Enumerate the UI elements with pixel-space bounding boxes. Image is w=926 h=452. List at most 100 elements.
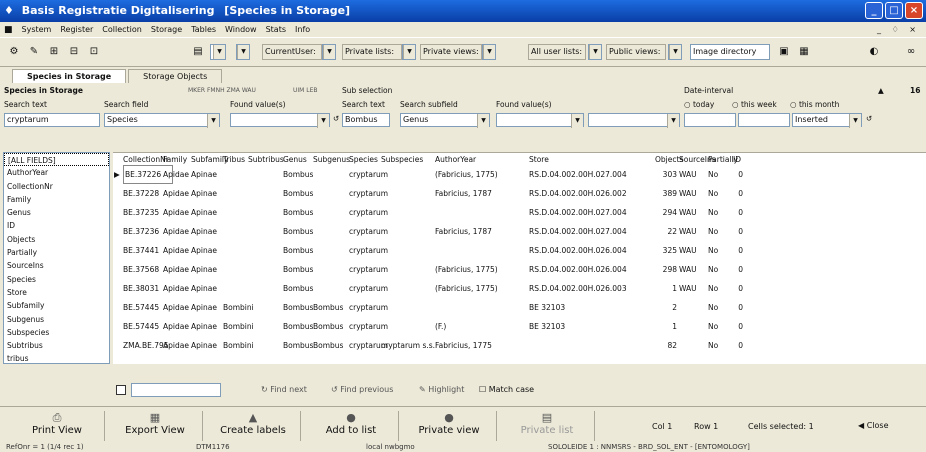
table-cell[interactable]: RS.D.04.002.00H.027.004 xyxy=(529,203,655,222)
private-list-button[interactable]: ▤ Private list xyxy=(500,411,595,441)
table-cell[interactable]: Fabricius, 1787 xyxy=(435,184,529,203)
highlight-button[interactable]: ✎ Highlight xyxy=(419,385,464,394)
table-cell[interactable]: No xyxy=(708,317,733,336)
print-view-button[interactable]: ⎙ Print View xyxy=(10,411,105,441)
table-cell[interactable]: 1 xyxy=(655,317,677,336)
table-cell[interactable]: WAU xyxy=(679,203,708,222)
field-list-item[interactable]: Species xyxy=(4,273,109,286)
menu-info[interactable]: Info xyxy=(295,25,310,34)
table-cell[interactable]: Bombus xyxy=(283,279,313,298)
table-cell[interactable]: Bombini xyxy=(223,317,254,336)
table-cell[interactable]: Apinae xyxy=(191,298,223,317)
table-cell[interactable]: Apidae xyxy=(163,184,191,203)
field-list-item[interactable]: SourceIns xyxy=(4,259,109,272)
column-header[interactable]: CollectionNr xyxy=(123,155,169,164)
export-view-button[interactable]: ▦ Export View xyxy=(108,411,203,441)
find-checkbox[interactable] xyxy=(116,385,126,395)
find-input[interactable] xyxy=(131,383,221,397)
field-list-item[interactable]: Subgenus xyxy=(4,313,109,326)
match-case-checkbox[interactable]: ☐ Match case xyxy=(479,385,534,394)
table-cell[interactable]: cryptarum xyxy=(349,241,388,260)
table-cell[interactable]: No xyxy=(708,222,733,241)
table-cell[interactable]: Bombus xyxy=(283,184,313,203)
table-cell[interactable]: Bombus xyxy=(283,241,313,260)
column-header[interactable]: ID xyxy=(733,155,741,164)
tool-icon-3[interactable]: ⊞ xyxy=(46,43,62,61)
find-next-button[interactable]: ↻ Find next xyxy=(261,385,307,394)
column-header[interactable]: Family xyxy=(163,155,187,164)
table-cell[interactable]: Bombini xyxy=(223,336,254,355)
table-cell[interactable]: cryptarum xyxy=(349,298,388,317)
table-cell[interactable]: BE 32103 xyxy=(529,317,655,336)
this-week-radio[interactable]: ○ this week xyxy=(732,100,777,109)
table-cell[interactable]: (Fabricius, 1775) xyxy=(435,279,529,298)
table-cell[interactable]: No xyxy=(708,241,733,260)
find-previous-button[interactable]: ↺ Find previous xyxy=(331,385,393,394)
table-cell[interactable]: cryptarum xyxy=(349,317,388,336)
table-cell[interactable]: 0 xyxy=(733,184,743,203)
table-cell[interactable]: Bombus xyxy=(283,336,313,355)
column-header[interactable]: Species xyxy=(349,155,378,164)
field-list-item[interactable]: Genus xyxy=(4,206,109,219)
table-cell[interactable]: 0 xyxy=(733,165,743,184)
table-cell[interactable]: cryptarum xyxy=(349,203,388,222)
table-cell[interactable]: 1 xyxy=(655,279,677,298)
close-window-button[interactable]: × xyxy=(905,2,923,19)
table-cell[interactable]: WAU xyxy=(679,279,708,298)
found-values-select[interactable]: ▼ xyxy=(230,113,330,128)
field-list-item[interactable]: Partially xyxy=(4,246,109,259)
column-header[interactable]: Subtribus xyxy=(248,155,284,164)
table-cell[interactable]: BE 32103 xyxy=(529,298,655,317)
table-cell[interactable]: Apidae xyxy=(163,222,191,241)
private-lists-combo[interactable]: ▼ xyxy=(402,44,416,60)
menu-system[interactable]: System xyxy=(22,25,52,34)
table-cell[interactable]: 389 xyxy=(655,184,677,203)
table-cell[interactable]: Apidae xyxy=(163,165,191,184)
tool-icon-6[interactable]: ▤ xyxy=(190,43,206,61)
table-cell[interactable]: Bombus xyxy=(283,165,313,184)
table-cell[interactable]: RS.D.04.002.00H.026.004 xyxy=(529,241,655,260)
table-cell[interactable]: Bombus xyxy=(283,222,313,241)
table-cell[interactable]: Apinae xyxy=(191,165,223,184)
tool-icon-2[interactable]: ✎ xyxy=(26,43,42,61)
today-radio[interactable]: ○ today xyxy=(684,100,714,109)
table-cell[interactable]: Apidae xyxy=(163,203,191,222)
table-cell[interactable]: (Fabricius, 1775) xyxy=(435,165,529,184)
menu-stats[interactable]: Stats xyxy=(266,25,286,34)
tool-icon-5[interactable]: ⊡ xyxy=(86,43,102,61)
mdi-controls[interactable]: _ ♢ × xyxy=(877,25,920,34)
table-cell[interactable]: No xyxy=(708,203,733,222)
table-cell[interactable]: RS.D.04.002.00H.027.004 xyxy=(529,165,655,184)
table-cell[interactable]: 0 xyxy=(733,203,743,222)
table-cell[interactable]: 303 xyxy=(655,165,677,184)
field-list-item[interactable]: [ALL FIELDS] xyxy=(4,153,109,167)
table-cell[interactable]: Apinae xyxy=(191,317,223,336)
tool-icon-4[interactable]: ⊟ xyxy=(66,43,82,61)
image-folder-icon[interactable]: ▣ xyxy=(776,43,792,61)
table-row[interactable]: BE.38031 Apidae Apinae Bombus cryptarum (Fabr… xyxy=(113,279,926,298)
table-cell[interactable]: 82 xyxy=(655,336,677,355)
menu-collection[interactable]: Collection xyxy=(102,25,142,34)
table-row[interactable]: BE.37228 Apidae Apinae Bombus cryptarum Fabri… xyxy=(113,184,926,203)
table-cell[interactable]: RS.D.04.002.00H.026.002 xyxy=(529,184,655,203)
menu-storage[interactable]: Storage xyxy=(151,25,182,34)
public-views-combo[interactable]: ▼ xyxy=(668,44,682,60)
table-cell[interactable]: No xyxy=(708,165,733,184)
table-cell[interactable]: WAU xyxy=(679,184,708,203)
column-header[interactable]: Subgenus xyxy=(313,155,350,164)
table-cell[interactable]: cryptarum s.s. xyxy=(381,336,435,355)
table-cell[interactable]: cryptarum xyxy=(349,165,388,184)
table-cell[interactable]: RS.D.04.002.00H.027.004 xyxy=(529,222,655,241)
field-list-item[interactable]: Store xyxy=(4,286,109,299)
minimize-button[interactable]: _ xyxy=(865,2,883,19)
column-header[interactable]: Store xyxy=(529,155,549,164)
table-cell[interactable]: 0 xyxy=(733,279,743,298)
field-list-item[interactable]: Subfamily xyxy=(4,299,109,312)
table-cell[interactable]: WAU xyxy=(679,165,708,184)
table-cell[interactable]: No xyxy=(708,279,733,298)
date-to-input[interactable] xyxy=(738,113,790,127)
tool-icon-7[interactable]: ▦ xyxy=(796,43,812,61)
table-cell[interactable]: Bombini xyxy=(223,298,254,317)
table-row[interactable]: BE.37568 Apidae Apinae Bombus cryptarum (Fabr… xyxy=(113,260,926,279)
this-month-radio[interactable]: ○ this month xyxy=(790,100,839,109)
